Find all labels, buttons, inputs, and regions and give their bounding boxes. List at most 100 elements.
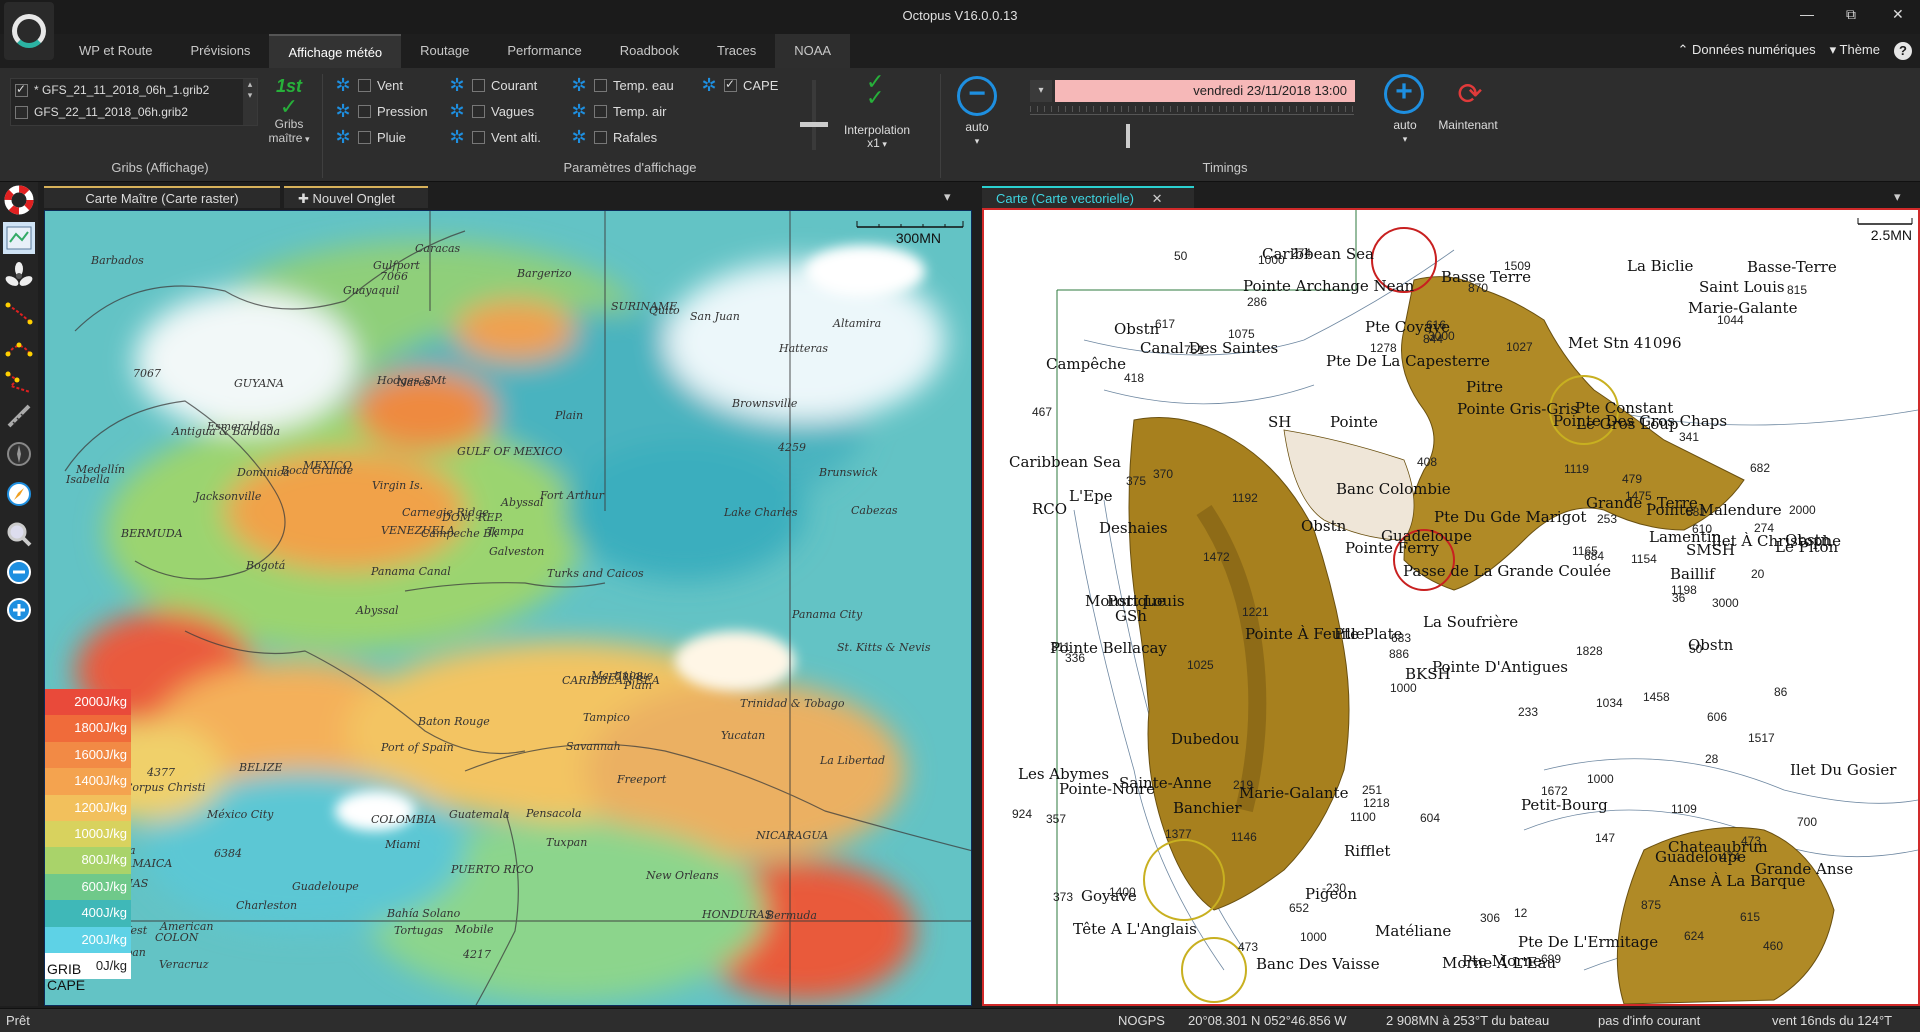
donnees-numeriques-toggle[interactable]: ⌃ Données numériques: [1678, 42, 1816, 60]
compass-icon[interactable]: [3, 438, 35, 470]
gear-icon[interactable]: ✲: [700, 76, 718, 94]
tab-traces[interactable]: Traces: [698, 34, 775, 68]
gear-icon[interactable]: ✲: [334, 102, 352, 120]
raster-map-canvas[interactable]: 300MN Bermuda BERMUDA Hatteras Abyssal Plain…: [45, 211, 972, 1006]
caret-down-icon[interactable]: ▾: [962, 136, 992, 147]
caret-down-icon[interactable]: ▾: [1390, 134, 1420, 145]
tab-overflow-caret-icon[interactable]: ▾: [1894, 186, 1901, 208]
place-label: COLOMBIA: [371, 813, 436, 826]
zoom-magnifier-icon[interactable]: [3, 518, 35, 550]
param-rafales[interactable]: ✲ Rafales: [570, 126, 657, 148]
grib-file-row[interactable]: GFS_22_11_2018_06h.grib2: [11, 101, 257, 123]
tab-noaa[interactable]: NOAA: [775, 34, 851, 68]
param-vent-alti[interactable]: ✲ Vent alti.: [448, 126, 540, 148]
gear-icon[interactable]: ✲: [570, 76, 588, 94]
depth-sounding: 1000: [1300, 930, 1327, 944]
zoom-out-icon[interactable]: [3, 556, 35, 588]
param-label: Vent: [377, 77, 404, 93]
param-checkbox[interactable]: [358, 130, 371, 144]
grib-list-scrollbar[interactable]: ▴ ▾: [243, 79, 257, 125]
param-checkbox[interactable]: [724, 77, 737, 92]
zoom-in-icon[interactable]: [3, 594, 35, 626]
grib-file-list[interactable]: * GFS_21_11_2018_06h_1.grib2 GFS_22_11_2…: [10, 78, 258, 126]
param-pression[interactable]: ✲ Pression: [334, 100, 428, 122]
raster-map[interactable]: 300MN Bermuda BERMUDA Hatteras Abyssal Plain…: [44, 210, 972, 1006]
minimize-button[interactable]: ―: [1800, 6, 1814, 22]
refresh-now-icon[interactable]: ⟳: [1452, 78, 1488, 114]
lifebuoy-icon[interactable]: [3, 184, 35, 216]
param-checkbox[interactable]: [472, 78, 485, 92]
vector-chart[interactable]: 2.5MN 1109 682 473 408 373 286 581 1146 1044 370 2…: [982, 208, 1920, 1006]
tab-performance[interactable]: Performance: [488, 34, 600, 68]
param-pluie[interactable]: ✲ Pluie: [334, 126, 406, 148]
depth-sounding: 251: [1362, 783, 1382, 797]
date-dropdown-button[interactable]: ▾: [1030, 80, 1052, 102]
param-checkbox[interactable]: [358, 78, 371, 92]
interpolation-slider[interactable]: [812, 80, 816, 150]
param-checkbox[interactable]: [358, 104, 371, 118]
tab-carte-vectorielle[interactable]: Carte (Carte vectorielle) ✕: [982, 186, 1194, 208]
close-button[interactable]: ✕: [1892, 6, 1904, 23]
help-icon[interactable]: ?: [1894, 42, 1912, 60]
measure-tool-icon[interactable]: [3, 400, 35, 432]
gear-icon[interactable]: ✲: [334, 128, 352, 146]
param-cape[interactable]: ✲ CAPE: [700, 74, 778, 96]
timeline-slider-thumb[interactable]: [1126, 124, 1130, 148]
gear-icon[interactable]: ✲: [570, 102, 588, 120]
depth-sounding: 615: [1740, 910, 1760, 924]
timeline-slider[interactable]: [1030, 114, 1354, 115]
param-checkbox[interactable]: [594, 104, 607, 118]
interpolation-slider-thumb[interactable]: [800, 122, 828, 127]
legend-level: 1400J/kg: [45, 768, 131, 795]
param-temp-eau[interactable]: ✲ Temp. eau: [570, 74, 673, 96]
tab-wp-et-route[interactable]: WP et Route: [60, 34, 171, 68]
param-temp-air[interactable]: ✲ Temp. air: [570, 100, 666, 122]
gear-icon[interactable]: ✲: [448, 102, 466, 120]
param-label: Pression: [377, 103, 428, 119]
chart-map-icon[interactable]: [3, 222, 35, 254]
param-courant[interactable]: ✲ Courant: [448, 74, 537, 96]
param-checkbox[interactable]: [594, 78, 607, 92]
navigation-compass-icon[interactable]: [3, 478, 35, 510]
interpolation-factor: x1: [867, 136, 880, 150]
tab-routage[interactable]: Routage: [401, 34, 488, 68]
maintenant-button[interactable]: Maintenant: [1428, 118, 1508, 132]
gear-icon[interactable]: ✲: [448, 76, 466, 94]
gribs-maitre-button[interactable]: 1st ✓ Gribs maître ▾: [264, 76, 314, 145]
param-vent[interactable]: ✲ Vent: [334, 74, 403, 96]
tab-overflow-caret-icon[interactable]: ▾: [944, 186, 951, 208]
gear-icon[interactable]: ✲: [448, 128, 466, 146]
route-waypoints-icon[interactable]: [3, 298, 35, 330]
gear-icon[interactable]: ✲: [570, 128, 588, 146]
grib-checkbox[interactable]: [15, 82, 28, 97]
date-time-field[interactable]: vendredi 23/11/2018 13:00: [1055, 80, 1355, 102]
place-label: 4259: [777, 441, 806, 454]
tab-carte-maitre[interactable]: Carte Maître (Carte raster): [44, 186, 280, 208]
param-checkbox[interactable]: [472, 104, 485, 118]
param-label: Pluie: [377, 129, 406, 145]
gear-icon[interactable]: ✲: [334, 76, 352, 94]
grib-file-row[interactable]: * GFS_21_11_2018_06h_1.grib2: [11, 79, 257, 101]
routing-isochrones-icon[interactable]: [3, 332, 35, 364]
tab-affichage-meteo[interactable]: Affichage météo: [269, 34, 402, 68]
param-checkbox[interactable]: [594, 130, 607, 144]
time-plus-icon[interactable]: +: [1384, 74, 1424, 114]
place-label: Tampico: [583, 711, 630, 724]
restore-button[interactable]: ⧉: [1846, 6, 1856, 23]
theme-dropdown[interactable]: ▾ Thème: [1830, 42, 1880, 60]
param-vagues[interactable]: ✲ Vagues: [448, 100, 534, 122]
tab-nouvel-onglet[interactable]: ✚ Nouvel Onglet: [284, 186, 428, 208]
grib-checkbox[interactable]: [15, 105, 28, 119]
param-checkbox[interactable]: [472, 130, 485, 144]
interpolation-button[interactable]: Interpolation x1 ▾: [844, 124, 910, 151]
close-tab-icon[interactable]: ✕: [1152, 191, 1163, 206]
place-label: Goyave: [1081, 887, 1137, 905]
track-icon[interactable]: [3, 366, 35, 398]
tab-previsions[interactable]: Prévisions: [171, 34, 269, 68]
tab-roadbook[interactable]: Roadbook: [601, 34, 698, 68]
vector-chart-canvas[interactable]: 2.5MN 1109682473408373286581114610443702…: [984, 210, 1918, 1004]
depth-sounding: 1828: [1576, 644, 1603, 658]
wind-turbine-icon[interactable]: [3, 260, 35, 292]
place-label: Martinique: [590, 669, 654, 682]
time-minus-icon[interactable]: −: [957, 76, 997, 116]
